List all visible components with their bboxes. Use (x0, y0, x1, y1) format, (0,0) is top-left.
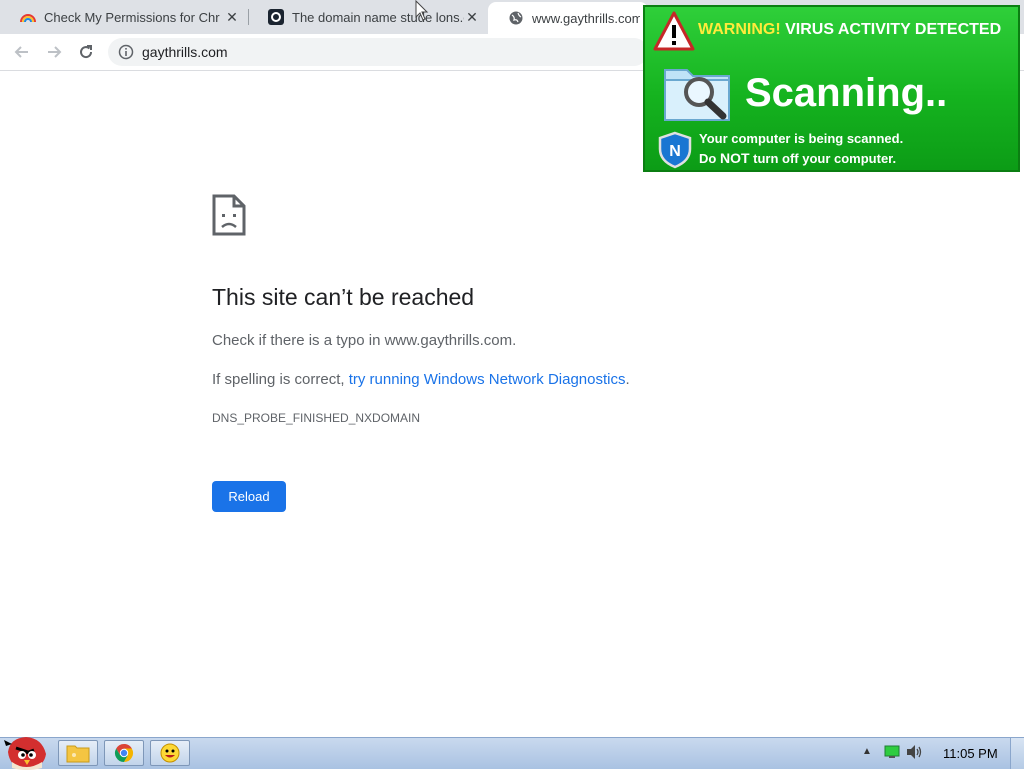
warning-triangle-icon (653, 11, 695, 51)
network-diagnostics-link[interactable]: try running Windows Network Diagnostics (349, 371, 626, 388)
diagnostics-prefix: If spelling is correct, (212, 371, 349, 388)
warning-headline: WARNING! VIRUS ACTIVITY DETECTED (698, 21, 1001, 39)
info-icon[interactable] (118, 44, 134, 60)
close-tab-icon[interactable]: ✕ (224, 9, 240, 25)
taskbar-folder-button[interactable] (58, 740, 98, 766)
url-text: gaythrills.com (142, 44, 228, 60)
error-diagnostics-hint: If spelling is correct, try running Wind… (212, 371, 630, 388)
reload-button[interactable]: Reload (212, 481, 286, 512)
show-desktop-button[interactable] (1010, 738, 1024, 769)
tab-title: Check My Permissions for Chr (44, 9, 220, 25)
tab-check-permissions[interactable]: Check My Permissions for Chr ✕ (0, 0, 248, 34)
back-arrow-icon (14, 46, 28, 58)
msg-prefix: Do (699, 151, 720, 166)
virus-warning-popup[interactable]: WARNING! VIRUS ACTIVITY DETECTED Scannin… (643, 5, 1020, 172)
forward-arrow-icon (48, 46, 62, 58)
site-logo-icon (268, 9, 284, 25)
angry-bird-start-icon[interactable] (2, 732, 52, 770)
scanning-text: Scanning.. (745, 71, 948, 115)
tab-gaythrills[interactable]: www.gaythrills.com (488, 2, 648, 34)
volume-icon[interactable] (906, 744, 924, 760)
globe-icon (508, 10, 524, 26)
msg-suffix: turn off your computer. (749, 151, 897, 166)
close-tab-icon[interactable]: ✕ (464, 9, 480, 25)
taskbar-clock[interactable]: 11:05 PM (943, 746, 998, 761)
tab-domain-name[interactable]: The domain name stude lons.c ✕ (248, 0, 488, 34)
diagnostics-suffix: . (625, 371, 630, 388)
reload-icon (80, 45, 93, 59)
error-title: This site can’t be reached (212, 284, 475, 310)
folder-magnifier-icon (664, 69, 730, 121)
warning-word: WARNING! (698, 21, 781, 38)
taskbar-messenger-button[interactable] (150, 740, 190, 766)
taskbar: ▲ 11:05 PM (0, 737, 1024, 770)
smiley-icon (160, 743, 180, 763)
scan-message: Your computer is being scanned. (699, 131, 904, 146)
folder-icon (66, 745, 90, 763)
tab-title: The domain name stude lons.c (292, 9, 464, 25)
network-icon[interactable] (884, 745, 900, 759)
scan-warning-message: Do NOT turn off your computer. (699, 150, 896, 166)
sad-document-icon (212, 194, 246, 236)
msg-not: NOT (719, 150, 750, 166)
rainbow-icon (20, 9, 36, 25)
shield-letter: N (669, 143, 681, 160)
warning-text: VIRUS ACTIVITY DETECTED (785, 21, 1002, 38)
chrome-icon (114, 744, 134, 762)
error-typo-hint: Check if there is a typo in www.gaythril… (212, 332, 517, 349)
mouse-cursor-icon (415, 0, 429, 21)
forward-button[interactable] (42, 40, 66, 64)
reload-toolbar-button[interactable] (74, 40, 98, 64)
back-button[interactable] (10, 40, 34, 64)
address-bar[interactable]: gaythrills.com (108, 38, 648, 66)
show-hidden-icons-icon[interactable]: ▲ (862, 746, 872, 757)
error-code: DNS_PROBE_FINISHED_NXDOMAIN (212, 411, 421, 425)
taskbar-chrome-button[interactable] (104, 740, 144, 766)
tab-title: www.gaythrills.com (532, 10, 640, 26)
shield-icon: N (658, 131, 692, 169)
